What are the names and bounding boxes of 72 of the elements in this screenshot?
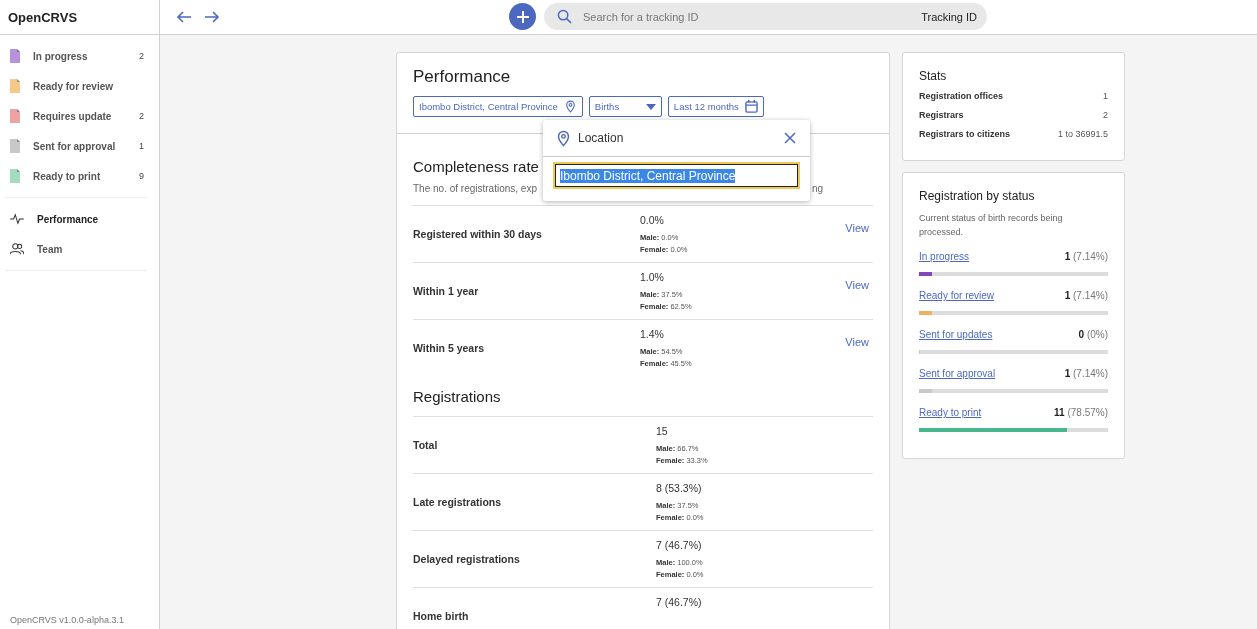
- row-value: 15: [656, 425, 669, 437]
- row-value: 0.0%: [640, 214, 665, 226]
- status-count: 0 (0%): [1078, 329, 1108, 340]
- location-pin-icon: [563, 100, 577, 113]
- status-link[interactable]: Sent for approval: [919, 368, 996, 379]
- arrow-left-icon: [176, 10, 192, 24]
- stat-label: Registration offices: [919, 91, 1003, 103]
- section-title: Completeness rate: [413, 158, 540, 175]
- row-value: 1.0%: [640, 271, 665, 283]
- sidebar-item[interactable]: Performance: [5, 204, 147, 234]
- location-pin-icon: [555, 129, 572, 147]
- row-value: 7 (46.7%): [656, 596, 702, 608]
- status-count: 1 (7.14%): [1064, 251, 1108, 262]
- card-title: Registration by status: [919, 189, 1036, 203]
- activity-icon: [10, 213, 24, 225]
- close-icon: [784, 132, 796, 144]
- row-label: Within 1 year: [413, 285, 480, 297]
- sidebar-item[interactable]: Ready for review: [5, 71, 147, 101]
- filter-button[interactable]: Births: [588, 96, 662, 117]
- app-title: OpenCRVS: [8, 9, 78, 25]
- row-value: 1.4%: [640, 328, 665, 340]
- description-text: Current status of birth records being processed.: [919, 212, 1064, 239]
- search-field[interactable]: Search for a tracking ID Tracking ID: [544, 3, 987, 30]
- stat-label: Registrars: [919, 110, 964, 122]
- row-label: Within 5 years: [413, 342, 486, 354]
- description-text: The no. of registrations, exp: [413, 183, 537, 194]
- section-title: Registrations: [413, 388, 502, 405]
- status-count: 1 (7.14%): [1064, 290, 1108, 301]
- view-link[interactable]: View: [845, 222, 869, 234]
- arrow-right-icon: [204, 10, 220, 24]
- stat-label: Registrars to citizens: [919, 129, 1011, 141]
- view-link[interactable]: View: [845, 279, 869, 291]
- row-value: 8 (53.3%): [656, 482, 703, 494]
- card-title: Stats: [919, 69, 948, 83]
- close-button[interactable]: [784, 132, 796, 144]
- location-input[interactable]: Ibombo District, Central Province: [553, 162, 800, 189]
- stat-value: 1: [1103, 91, 1108, 103]
- search-input[interactable]: Search for a tracking ID: [581, 9, 922, 24]
- calendar-icon: [744, 100, 758, 113]
- row-label: Registered within 30 days: [413, 228, 543, 240]
- status-count: 11 (78.57%): [1054, 407, 1108, 418]
- sidebar-item[interactable]: Ready to print 9: [5, 161, 147, 191]
- search-icon: [557, 9, 572, 24]
- status-count: 1 (7.14%): [1064, 368, 1108, 379]
- stat-value: 1 to 36991.5: [1057, 129, 1108, 141]
- version-text: OpenCRVS v1.0.0-alpha.3.1: [9, 615, 125, 627]
- forward-button[interactable]: [204, 10, 220, 24]
- view-link[interactable]: View: [845, 336, 869, 348]
- sidebar-item[interactable]: Sent for approval 1: [5, 131, 147, 161]
- caret-icon: [645, 103, 656, 110]
- row-label: Home birth: [413, 610, 470, 622]
- stat-value: 2: [1103, 110, 1108, 122]
- people-icon: [10, 243, 24, 255]
- plus-icon: [515, 9, 530, 24]
- popup-title: Location: [578, 131, 625, 145]
- description-text: ng: [811, 183, 823, 194]
- add-button[interactable]: [509, 3, 536, 30]
- row-value: 7 (46.7%): [656, 539, 703, 551]
- back-button[interactable]: [176, 10, 192, 24]
- status-link[interactable]: In progress: [919, 251, 970, 262]
- status-link[interactable]: Sent for updates: [919, 329, 993, 340]
- page-title: Performance: [413, 67, 512, 87]
- status-link[interactable]: Ready for review: [919, 290, 995, 301]
- row-label: Delayed registrations: [413, 553, 521, 565]
- sidebar-item[interactable]: In progress 2: [5, 41, 147, 71]
- status-link[interactable]: Ready to print: [919, 407, 982, 418]
- filter-button[interactable]: Ibombo District, Central Province: [413, 96, 583, 117]
- filter-button[interactable]: Last 12 months: [667, 96, 764, 117]
- sidebar-item[interactable]: Requires update 2: [5, 101, 147, 131]
- sidebar-item[interactable]: Team: [5, 234, 147, 264]
- row-label: Late registrations: [413, 496, 503, 508]
- row-label: Total: [413, 439, 439, 451]
